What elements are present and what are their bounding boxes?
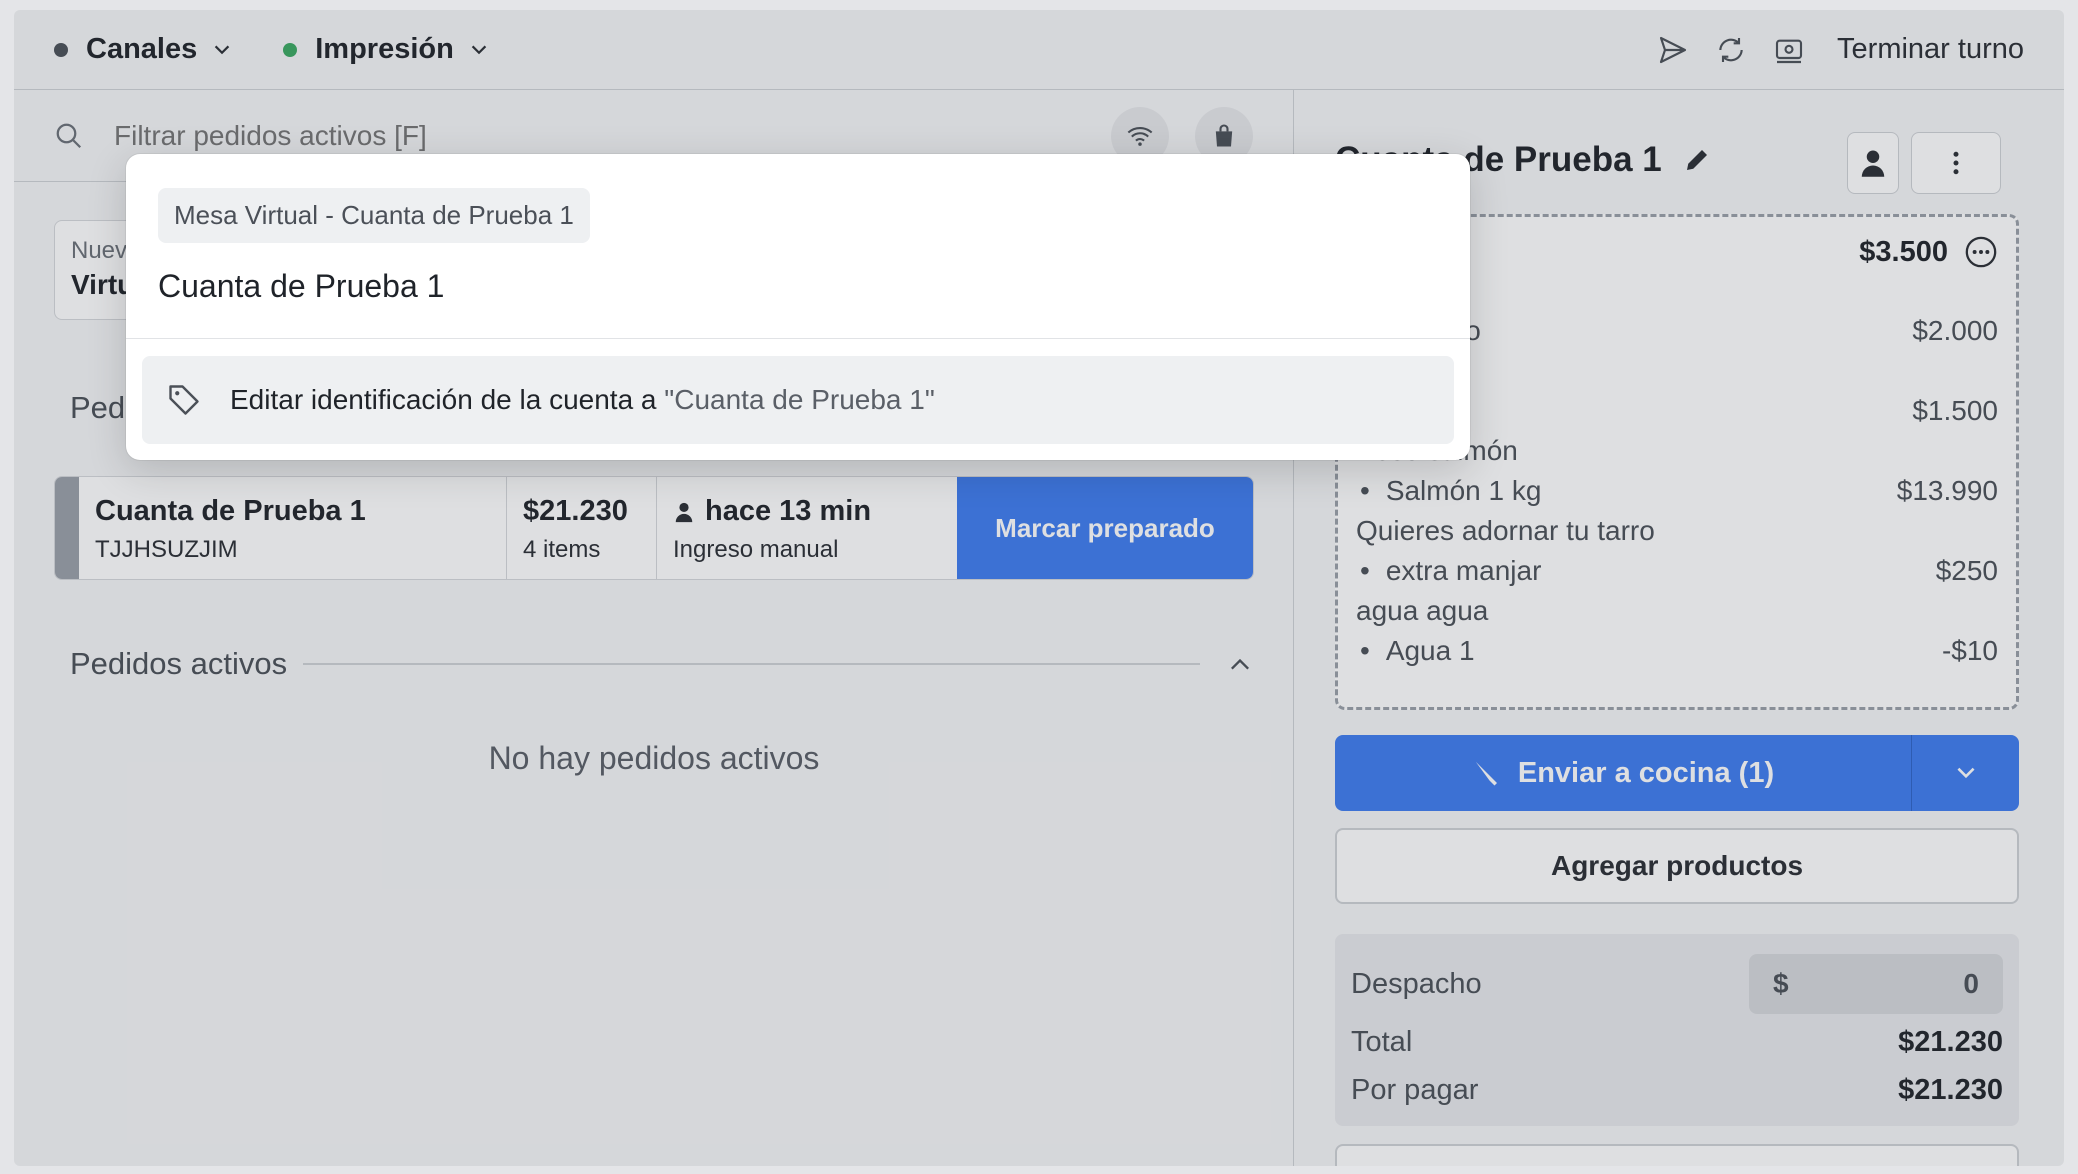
- ticket-line-label: Agua 1: [1360, 635, 1475, 667]
- pencil-icon[interactable]: [1682, 145, 1712, 175]
- top-bar: Canales Impresión Terminar turno: [14, 10, 2064, 90]
- channels-selector[interactable]: Canales: [54, 33, 233, 66]
- context-chip: Mesa Virtual - Cuanta de Prueba 1: [158, 188, 590, 243]
- empty-orders-text: No hay pedidos activos: [488, 740, 820, 776]
- mark-prepared-button[interactable]: Marcar preparado: [957, 477, 1253, 579]
- chevron-down-icon: [215, 45, 230, 54]
- tag-icon: [169, 385, 199, 415]
- ticket-line-price: -$10: [1941, 635, 1998, 666]
- to-pay-label: Por pagar: [1351, 1073, 1479, 1106]
- chevron-up-icon[interactable]: [1226, 650, 1254, 678]
- rename-popup: Mesa Virtual - Cuanta de Prueba 1 Cuanta…: [126, 154, 1470, 460]
- printing-selector[interactable]: Impresión: [283, 33, 490, 66]
- vertical-dots-icon: [1953, 151, 1959, 175]
- ticket-line-price: $2.000: [1912, 315, 1998, 346]
- ticket-group: agua agua: [1356, 591, 1998, 631]
- send-to-kitchen-label: Enviar a cocina (1): [1517, 756, 1775, 789]
- customer-button[interactable]: [1847, 132, 1899, 194]
- totals-panel: Despacho $ 0 Total $21.230 Por pagar $21…: [1335, 934, 2019, 1126]
- order-items: 4 items: [523, 536, 601, 563]
- more-horizontal-icon[interactable]: [1964, 235, 1998, 269]
- pending-section-title: Ped: [70, 390, 126, 425]
- ticket-line-label: Salmón 1 kg: [1360, 475, 1542, 507]
- active-orders-title: Pedidos activos: [70, 646, 288, 681]
- to-pay-value: $21.230: [1898, 1073, 2003, 1106]
- ticket-line-label: agua agua: [1356, 595, 1489, 626]
- search-icon: [56, 123, 82, 148]
- shipping-value: 0: [1963, 968, 1979, 999]
- ticket-line-price: $13.990: [1896, 475, 1998, 506]
- rename-option-value: "Cuanta de Prueba 1": [664, 384, 935, 415]
- order-status-bar: [55, 477, 79, 579]
- chevron-down-icon: [1956, 767, 1975, 779]
- add-products-button[interactable]: Agregar productos: [1335, 828, 2019, 904]
- wifi-icon: [1127, 126, 1153, 146]
- shipping-currency: $: [1773, 968, 1789, 999]
- order-code: TJJHSUZJIM: [95, 536, 238, 563]
- rename-option[interactable]: Editar identificación de la cuenta a "Cu…: [142, 356, 1454, 444]
- more-options-button[interactable]: [1911, 132, 2001, 194]
- order-total: $21.230: [523, 495, 628, 527]
- person-icon: [675, 502, 693, 522]
- rename-option-prefix: Editar identificación de la cuenta a: [230, 384, 657, 415]
- send-to-kitchen-button-group: Enviar a cocina (1): [1335, 735, 2019, 811]
- send-options-button[interactable]: [1911, 735, 2019, 811]
- ticket-line-label: extra manjar: [1360, 555, 1542, 587]
- knife-icon: [1475, 761, 1497, 786]
- cash-register-icon[interactable]: [1773, 34, 1805, 66]
- send-icon[interactable]: [1657, 34, 1689, 66]
- chevron-down-icon: [471, 45, 487, 54]
- shopping-bag-icon: [1215, 123, 1233, 146]
- ticket-item: Agua 1 -$10: [1356, 631, 1998, 671]
- send-to-kitchen-button[interactable]: Enviar a cocina (1): [1335, 735, 1911, 811]
- ticket-line-price: $250: [1935, 555, 1998, 586]
- order-row[interactable]: Cuanta de Prueba 1 TJJHSUZJIM $21.230 4 …: [54, 476, 1254, 580]
- status-dot: [54, 42, 68, 57]
- divider: [303, 663, 1200, 665]
- active-orders-header[interactable]: Pedidos activos: [70, 646, 1254, 682]
- channels-label: Canales: [86, 33, 198, 65]
- ticket-line-price: $1.500: [1912, 395, 1998, 426]
- order-name: Cuanta de Prueba 1: [95, 495, 366, 527]
- ticket-group: Quieres adornar tu tarro: [1356, 511, 1998, 551]
- print-account-button[interactable]: [1335, 1144, 2019, 1166]
- order-source: Ingreso manual: [673, 536, 839, 563]
- shipping-input[interactable]: $ 0: [1749, 954, 2003, 1014]
- ticket-total: $3.500: [1859, 235, 1948, 268]
- ticket-item: extra manjar $250: [1356, 551, 1998, 591]
- finish-shift-button[interactable]: Terminar turno: [1837, 33, 2024, 66]
- printing-label: Impresión: [315, 33, 454, 65]
- order-time: hace 13 min: [705, 495, 872, 527]
- total-label: Total: [1351, 1025, 1413, 1058]
- rename-input[interactable]: Cuanta de Prueba 1: [158, 268, 444, 305]
- search-input[interactable]: [114, 119, 1085, 152]
- shipping-label: Despacho: [1351, 967, 1482, 1000]
- refresh-icon[interactable]: [1715, 34, 1747, 66]
- person-icon: [1861, 150, 1885, 177]
- divider: [126, 338, 1470, 339]
- ticket-line-label: Quieres adornar tu tarro: [1356, 515, 1655, 546]
- ticket-item: Salmón 1 kg $13.990: [1356, 471, 1998, 511]
- total-value: $21.230: [1898, 1025, 2003, 1058]
- status-dot: [283, 42, 298, 57]
